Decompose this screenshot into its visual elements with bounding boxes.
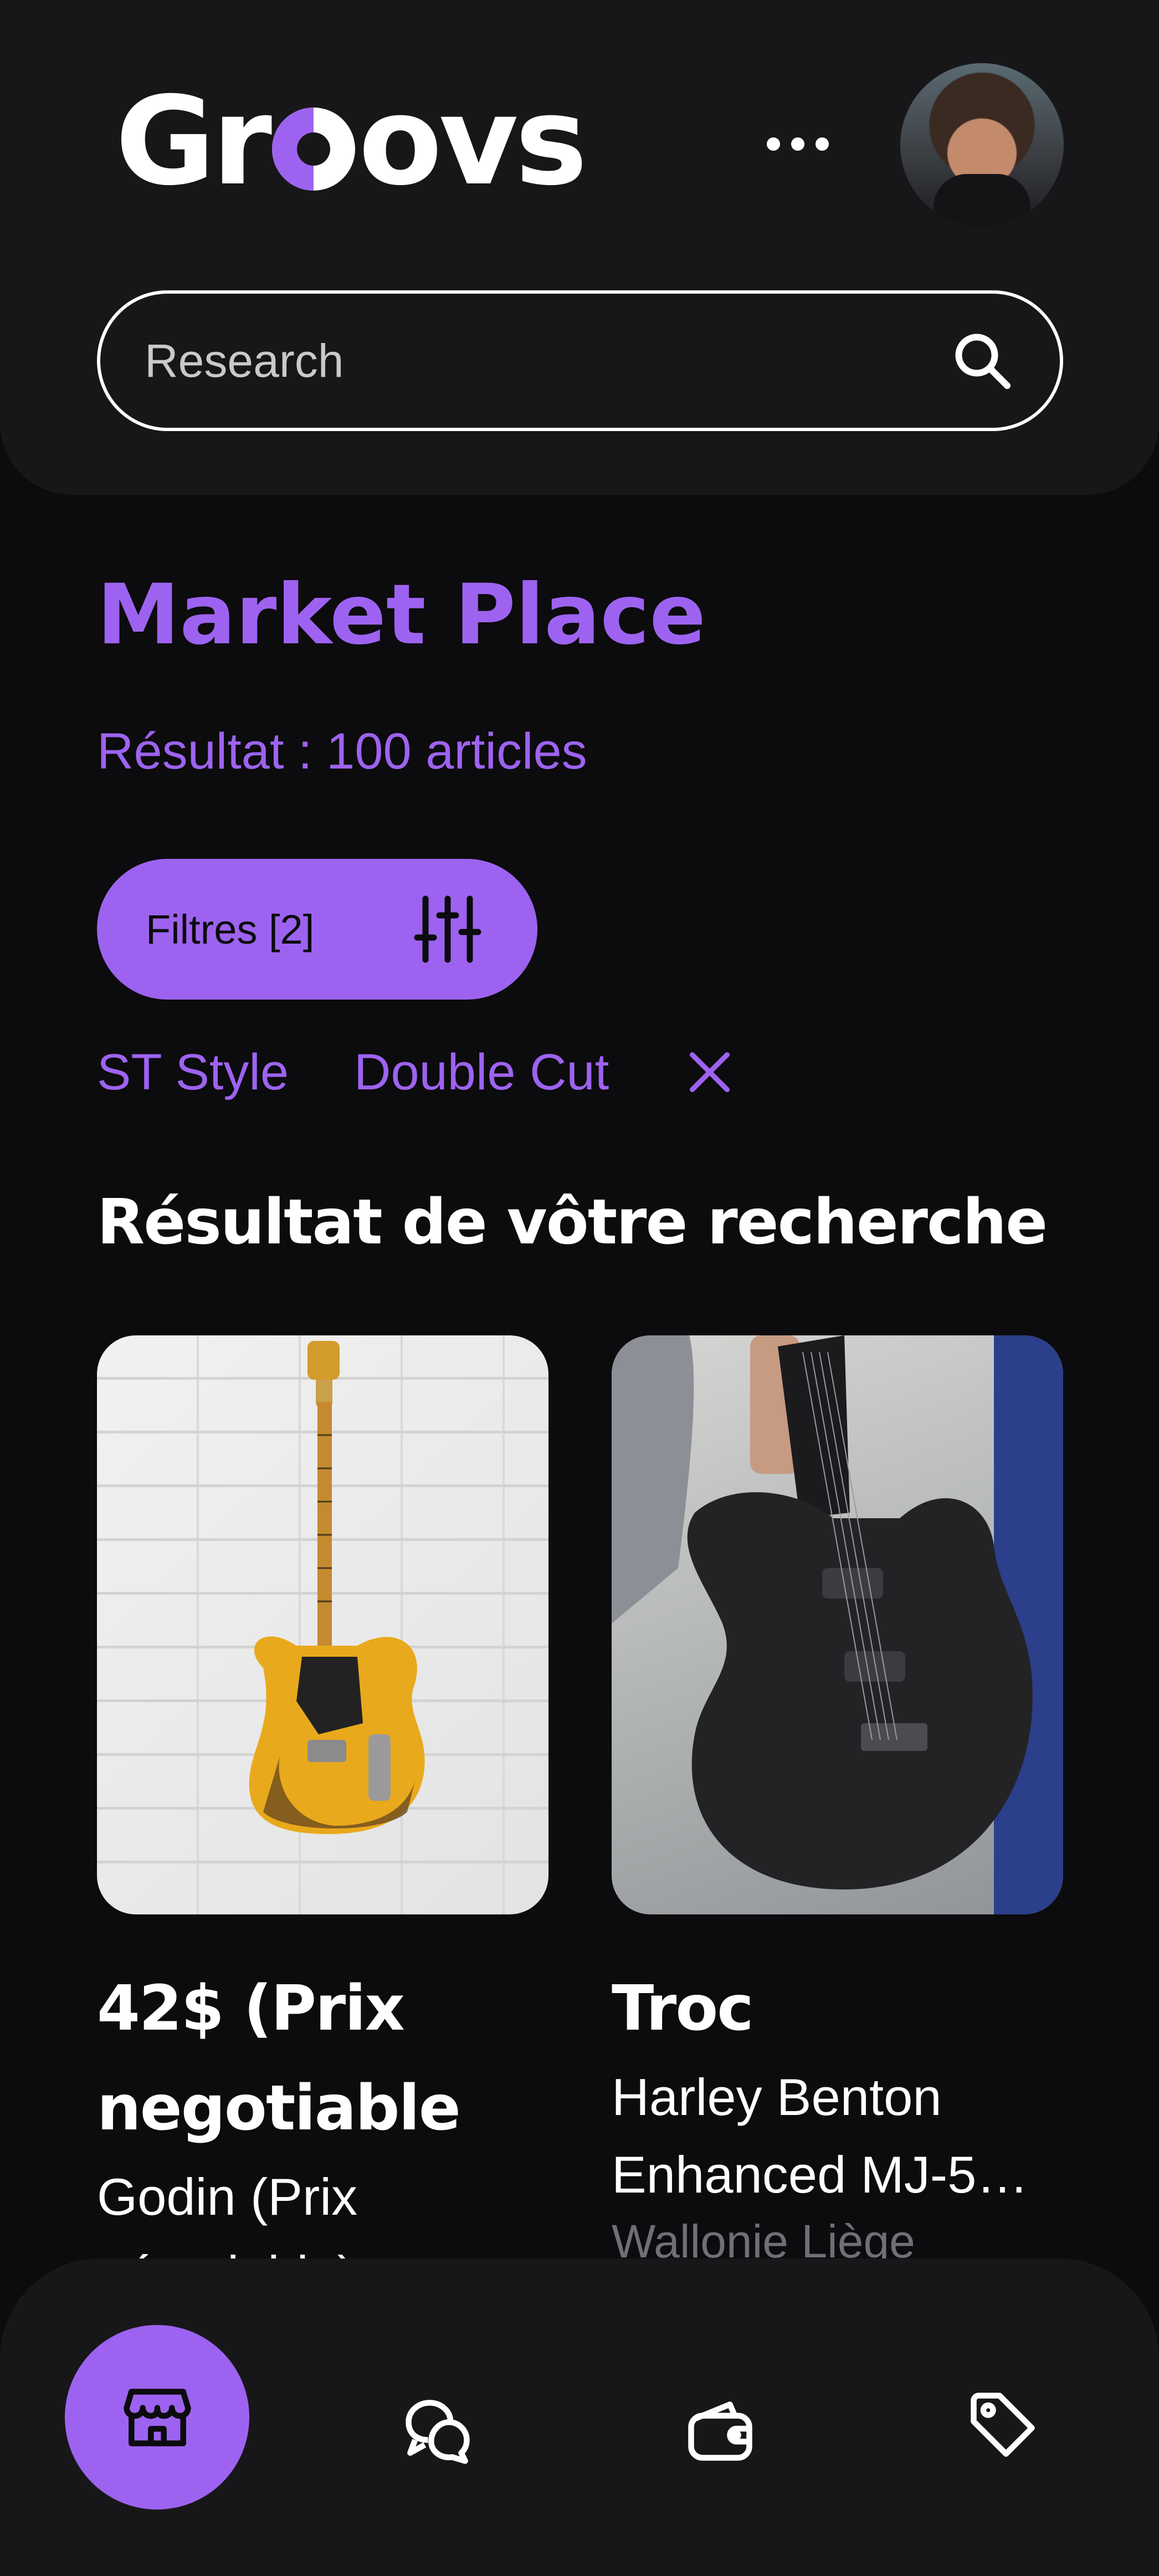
logo-half-circle-mark bbox=[272, 107, 356, 191]
filters-label: Filtres [2] bbox=[146, 906, 315, 952]
search-bar bbox=[97, 290, 1063, 431]
listing-price: Troc bbox=[612, 1973, 754, 2045]
wallet-icon bbox=[688, 2401, 752, 2461]
guitar-illustration bbox=[612, 1335, 1063, 1914]
chat-icon bbox=[406, 2400, 470, 2464]
filters-button[interactable]: Filtres [2] bbox=[97, 859, 537, 1000]
close-icon[interactable] bbox=[686, 1049, 733, 1095]
app-screen: Gr ovs Market Place Résultat : 100 artic… bbox=[0, 0, 1159, 2576]
search-icon[interactable] bbox=[949, 327, 1016, 394]
filter-tag-double-cut[interactable]: Double Cut bbox=[354, 1047, 609, 1098]
menu-dot bbox=[791, 137, 804, 151]
result-count: Résultat : 100 articles bbox=[97, 723, 587, 780]
sliders-icon bbox=[414, 895, 481, 963]
nav-messages[interactable] bbox=[388, 2380, 488, 2480]
listing-card[interactable]: Troc Harley Benton Enhanced MJ-5… Wallon… bbox=[612, 1335, 1063, 2269]
avatar[interactable] bbox=[900, 63, 1064, 227]
nav-marketplace[interactable] bbox=[65, 2325, 249, 2510]
menu-dot bbox=[767, 137, 780, 151]
listing-name: Harley Benton Enhanced MJ-5… bbox=[612, 2068, 1029, 2204]
listing-card[interactable]: 42$ (Prix negotiable Godin (Prix négotia… bbox=[97, 1335, 548, 2313]
bottom-navigation bbox=[0, 2259, 1159, 2576]
tag-icon bbox=[971, 2393, 1035, 2457]
listing-photo-guitar-yellow bbox=[97, 1335, 548, 1914]
listing-photo-guitar-black bbox=[612, 1335, 1063, 1914]
nav-wallet[interactable] bbox=[670, 2380, 770, 2480]
search-input[interactable] bbox=[145, 334, 949, 388]
guitar-illustration bbox=[249, 1341, 425, 1834]
active-filter-tags: ST Style Double Cut bbox=[97, 1042, 733, 1103]
header: Gr ovs bbox=[0, 0, 1159, 495]
more-menu-button[interactable] bbox=[765, 130, 831, 158]
filter-tag-st-style[interactable]: ST Style bbox=[97, 1047, 289, 1098]
nav-sell[interactable] bbox=[953, 2375, 1053, 2475]
menu-dot bbox=[816, 137, 829, 151]
results-heading: Résultat de vôtre recherche bbox=[97, 1186, 1048, 1258]
logo-text-end: ovs bbox=[358, 70, 587, 212]
listing-price: 42$ (Prix negotiable bbox=[97, 1973, 461, 2144]
groovs-logo: Gr ovs bbox=[115, 70, 588, 212]
logo-text-start: Gr bbox=[115, 70, 272, 212]
page-title: Market Place bbox=[97, 567, 706, 663]
store-icon bbox=[123, 2388, 191, 2446]
